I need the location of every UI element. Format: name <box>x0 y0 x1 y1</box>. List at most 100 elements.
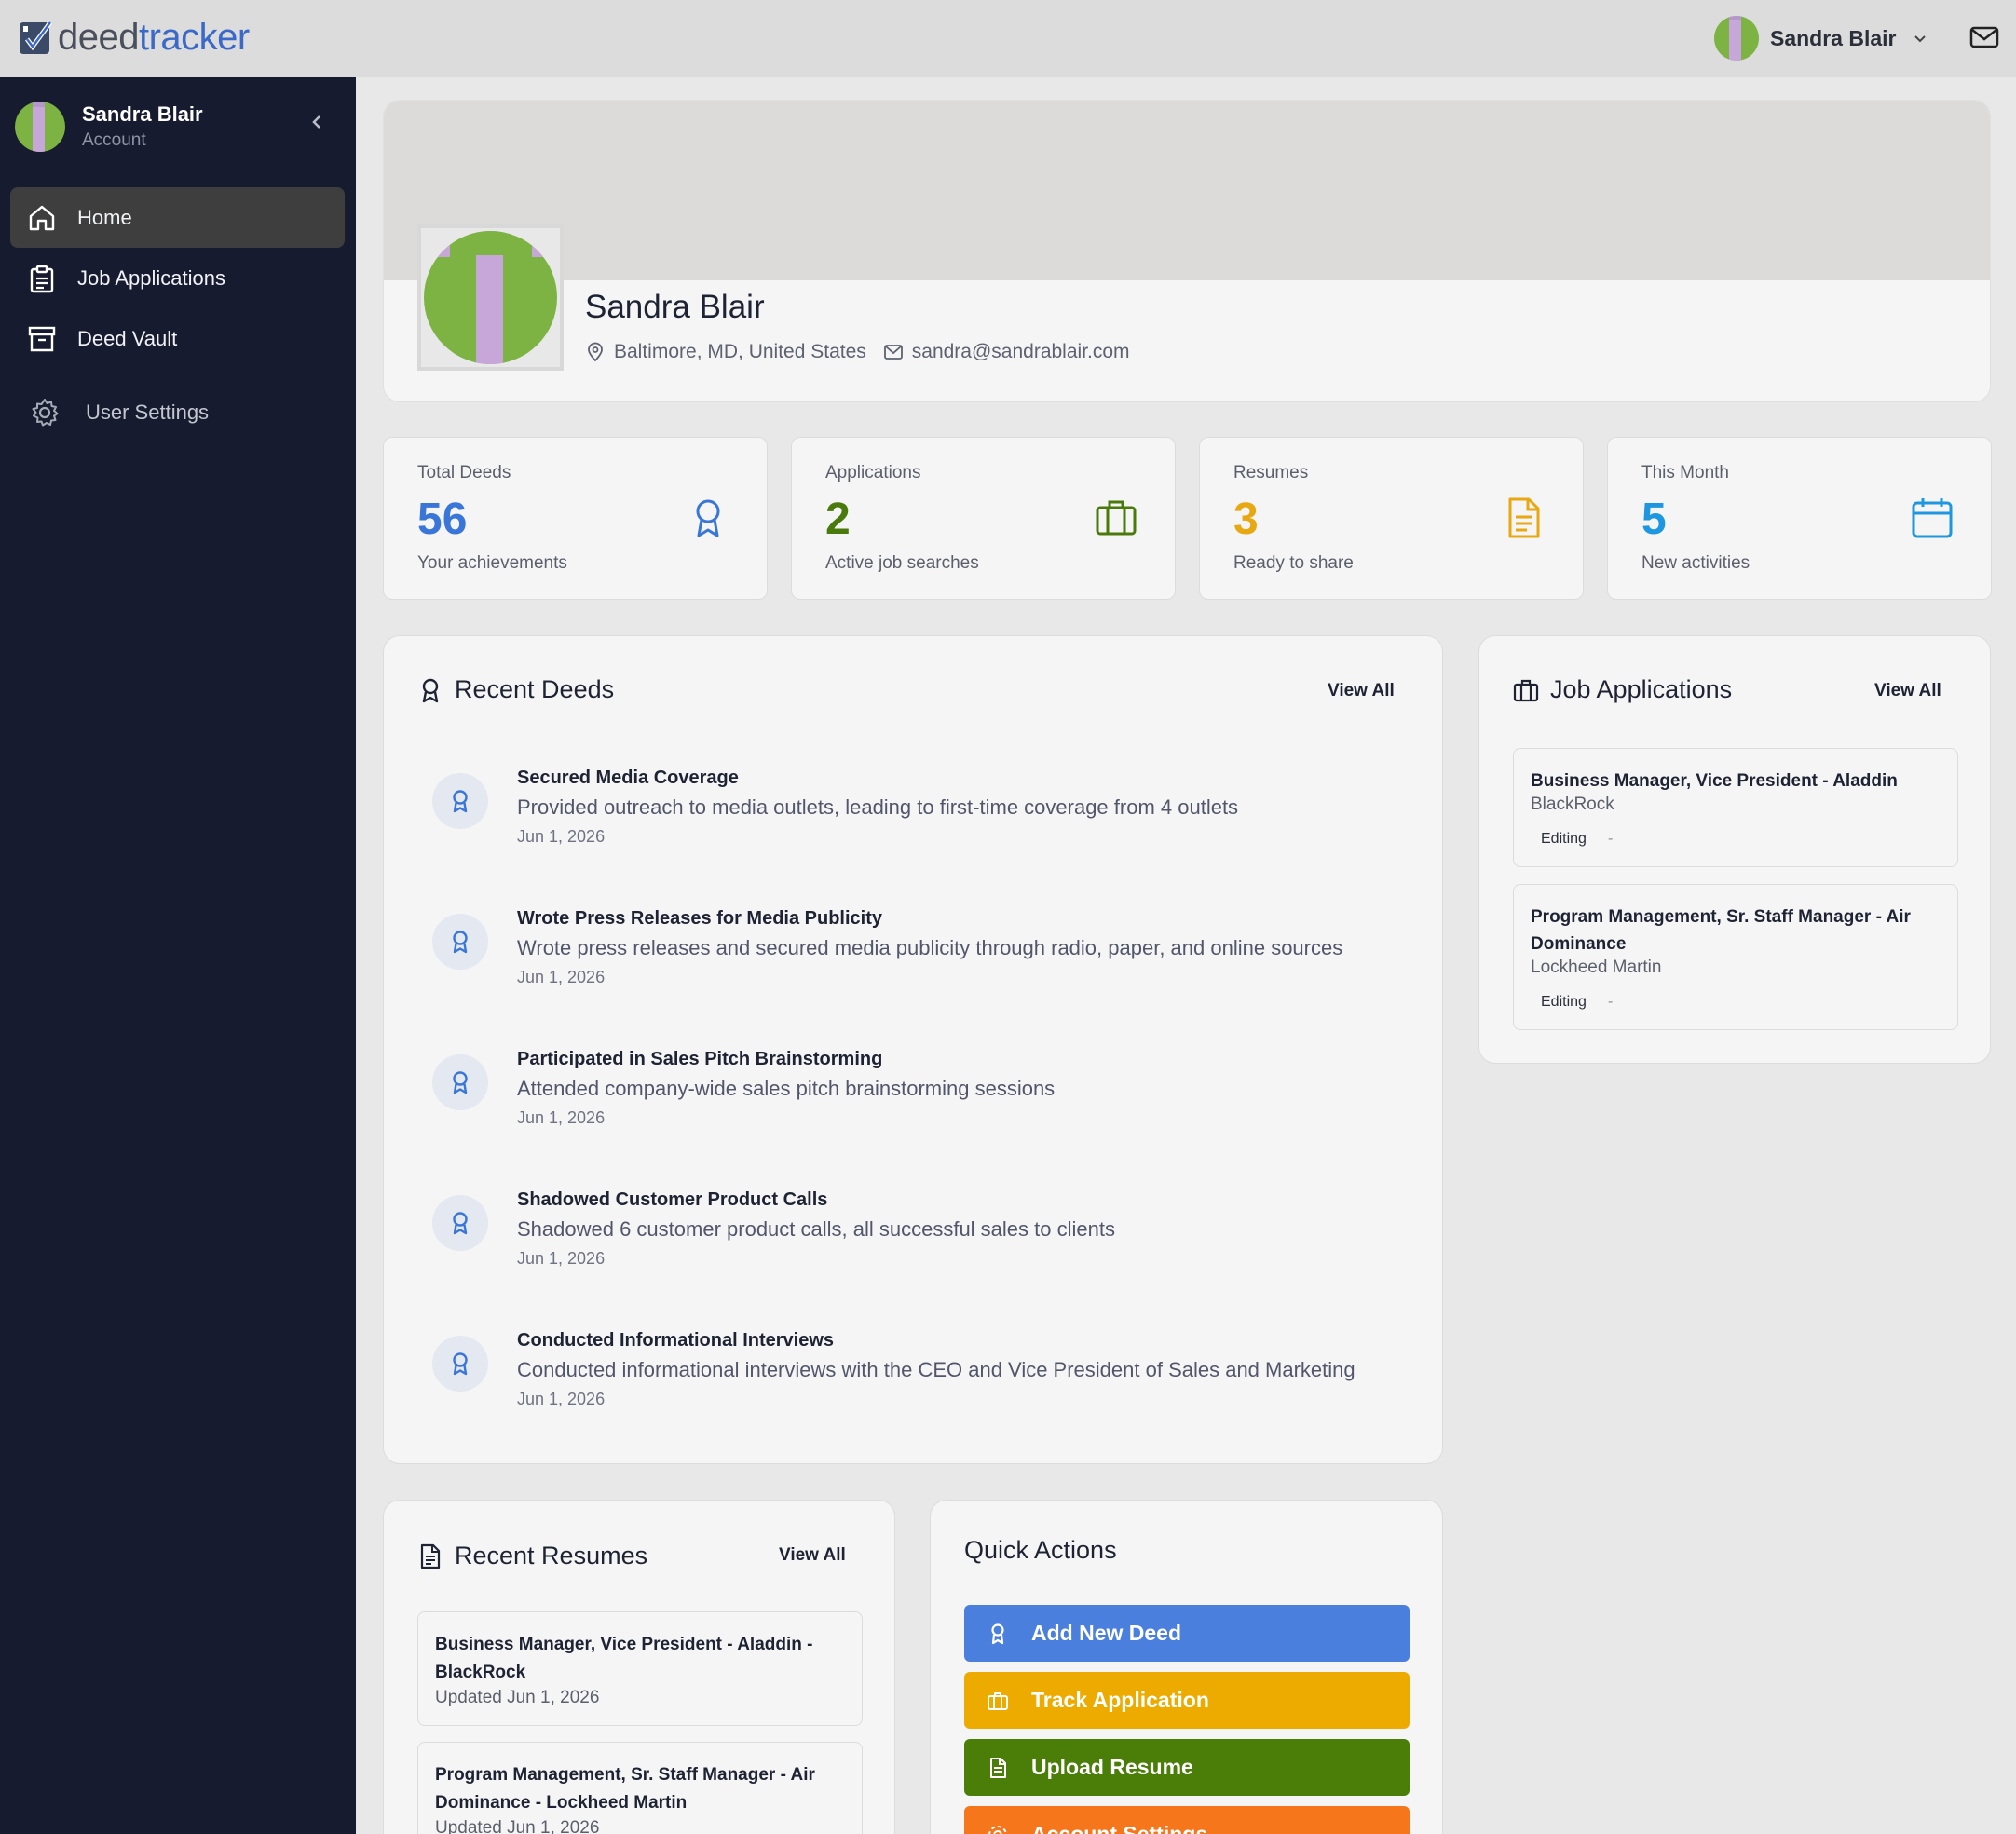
job-applications-panel: Job Applications View All Business Manag… <box>1478 635 1991 1064</box>
deed-description: Wrote press releases and secured media p… <box>517 936 1343 959</box>
account-settings-button[interactable]: Account Settings <box>964 1806 1410 1834</box>
award-icon <box>453 931 468 954</box>
collapse-sidebar-icon[interactable] <box>307 111 326 133</box>
stat-value: 3 <box>1233 495 1259 544</box>
award-icon <box>422 678 439 702</box>
location-pin-icon <box>588 342 603 362</box>
profile-name: Sandra Blair <box>585 289 765 325</box>
avatar <box>1714 16 1759 61</box>
deed-title: Wrote Press Releases for Media Publicity <box>517 908 883 929</box>
resume-item[interactable]: Business Manager, Vice President - Aladd… <box>417 1611 863 1726</box>
add-new-deed-button[interactable]: Add New Deed <box>964 1605 1410 1662</box>
deed-date: Jun 1, 2026 <box>517 827 606 846</box>
profile-avatar <box>424 231 557 364</box>
profile-email[interactable]: sandra@sandrablair.com <box>912 341 1130 363</box>
deed-description: Conducted informational interviews with … <box>517 1358 1355 1381</box>
sidebar-item-user-settings[interactable]: User Settings <box>10 382 345 442</box>
resume-updated: Updated Jun 1, 2026 <box>435 1688 600 1707</box>
profile-picture-frame <box>417 224 564 371</box>
view-all-resumes-link[interactable]: View All <box>779 1545 846 1566</box>
mail-icon[interactable] <box>1969 24 1999 50</box>
document-icon <box>990 1757 1006 1778</box>
panel-title: Quick Actions <box>964 1536 1117 1564</box>
job-title: Program Management, Sr. Staff Manager - … <box>1531 907 1911 954</box>
briefcase-icon <box>1096 500 1137 536</box>
stat-card-this-month: This Month 5 New activities <box>1607 437 1992 600</box>
stat-value: 5 <box>1641 495 1667 544</box>
deed-icon-circle <box>432 1195 488 1251</box>
deed-description: Provided outreach to media outlets, lead… <box>517 795 1239 819</box>
deed-date: Jun 1, 2026 <box>517 968 606 986</box>
deed-icon-circle <box>432 914 488 970</box>
resume-item[interactable]: Program Management, Sr. Staff Manager - … <box>417 1742 863 1834</box>
stat-label: Total Deeds <box>417 463 511 482</box>
stat-label: Applications <box>825 463 921 482</box>
award-icon <box>991 1623 1004 1644</box>
sidebar-item-deed-vault[interactable]: Deed Vault <box>10 308 345 369</box>
profile-location: Baltimore, MD, United States <box>614 341 866 362</box>
profile-meta: Baltimore, MD, United States sandra@sand… <box>585 341 1130 363</box>
award-icon <box>453 790 468 813</box>
deed-date: Jun 1, 2026 <box>517 1108 606 1127</box>
profile-card: Sandra Blair Baltimore, MD, United State… <box>383 100 1991 402</box>
job-company: BlackRock <box>1531 795 1614 814</box>
sidebar-item-label: Job Applications <box>77 265 225 290</box>
stat-value: 2 <box>825 495 851 544</box>
deed-date: Jun 1, 2026 <box>517 1390 606 1408</box>
deed-title: Shadowed Customer Product Calls <box>517 1189 828 1210</box>
sidebar: Sandra Blair Account Home Job Applicatio… <box>0 77 356 1834</box>
mail-icon <box>883 345 903 360</box>
stat-card-resumes: Resumes 3 Ready to share <box>1199 437 1584 600</box>
deed-icon-circle <box>432 1054 488 1110</box>
home-icon <box>29 205 55 230</box>
sidebar-user: Sandra Blair Account <box>15 102 203 152</box>
document-icon <box>1508 497 1540 538</box>
sidebar-item-label: Home <box>77 205 132 229</box>
view-all-applications-link[interactable]: View All <box>1874 681 1941 701</box>
resume-updated: Updated Jun 1, 2026 <box>435 1818 600 1834</box>
stat-card-total-deeds: Total Deeds 56 Your achievements <box>383 437 768 600</box>
recent-resumes-panel: Recent Resumes View All Business Manager… <box>383 1500 895 1834</box>
sidebar-user-subtitle: Account <box>82 130 146 150</box>
panel-title: Job Applications <box>1513 675 1732 704</box>
sidebar-user-name: Sandra Blair <box>82 102 203 126</box>
job-extra: - <box>1608 831 1614 847</box>
chevron-down-icon <box>1914 35 1926 43</box>
stat-label: This Month <box>1641 463 1729 482</box>
deedtracker-logo[interactable]: deedtracker <box>19 17 250 58</box>
track-application-button[interactable]: Track Application <box>964 1672 1410 1729</box>
job-extra: - <box>1608 994 1614 1010</box>
award-icon <box>453 1071 468 1094</box>
deed-title: Conducted Informational Interviews <box>517 1330 835 1351</box>
award-icon <box>696 499 720 537</box>
top-bar: deedtracker Sandra Blair <box>0 0 2016 77</box>
calendar-icon <box>1912 498 1953 538</box>
award-icon <box>453 1212 468 1235</box>
deed-title: Secured Media Coverage <box>517 768 739 788</box>
resume-title: Business Manager, Vice President - Aladd… <box>435 1635 813 1682</box>
view-all-deeds-link[interactable]: View All <box>1328 681 1395 701</box>
document-icon <box>420 1543 441 1569</box>
sidebar-item-label: User Settings <box>86 400 210 424</box>
panel-title: Recent Resumes <box>417 1542 647 1570</box>
job-application-item[interactable]: Business Manager, Vice President - Aladd… <box>1513 748 1958 867</box>
user-menu[interactable]: Sandra Blair <box>1714 16 1928 61</box>
deed-date: Jun 1, 2026 <box>517 1249 606 1268</box>
sidebar-item-job-applications[interactable]: Job Applications <box>10 248 345 308</box>
logo-check-icon <box>20 20 53 54</box>
briefcase-icon <box>1513 679 1539 701</box>
job-status: Editing <box>1541 994 1587 1010</box>
sidebar-item-label: Deed Vault <box>77 326 178 350</box>
briefcase-icon <box>988 1691 1008 1710</box>
gear-icon <box>32 398 59 426</box>
job-application-item[interactable]: Program Management, Sr. Staff Manager - … <box>1513 884 1958 1030</box>
stat-card-applications: Applications 2 Active job searches <box>791 437 1176 600</box>
gear-icon <box>988 1825 1007 1834</box>
avatar <box>15 102 65 152</box>
recent-deeds-panel: Recent Deeds View All Secured Media Cove… <box>383 635 1443 1464</box>
stat-subtitle: Your achievements <box>417 553 567 573</box>
job-title: Business Manager, Vice President - Aladd… <box>1531 771 1898 791</box>
sidebar-item-home[interactable]: Home <box>10 187 345 248</box>
upload-resume-button[interactable]: Upload Resume <box>964 1739 1410 1796</box>
deed-description: Attended company-wide sales pitch brains… <box>517 1077 1056 1100</box>
